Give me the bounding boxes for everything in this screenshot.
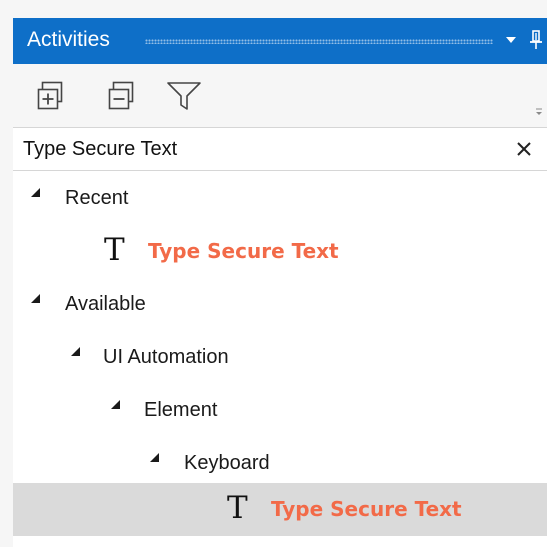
tree-node-label: Recent bbox=[65, 187, 129, 209]
dropdown-arrow-icon[interactable] bbox=[506, 37, 516, 43]
tree-node-available[interactable]: Available bbox=[13, 278, 547, 331]
panel-title-bar[interactable]: Activities bbox=[13, 18, 547, 64]
tree-node-label: Available bbox=[65, 293, 146, 315]
pin-icon[interactable] bbox=[528, 29, 544, 51]
activity-label: Type Secure Text bbox=[271, 497, 462, 521]
expand-arrow-icon[interactable] bbox=[31, 188, 40, 197]
search-input[interactable] bbox=[13, 128, 493, 170]
expand-arrow-icon[interactable] bbox=[111, 400, 120, 409]
tree-item-recent-type-secure-text[interactable]: T Type Secure Text bbox=[13, 225, 547, 278]
activities-tree: Recent T Type Secure Text Available UI A… bbox=[13, 171, 547, 547]
collapse-all-icon[interactable] bbox=[104, 80, 136, 112]
panel-title: Activities bbox=[27, 28, 110, 51]
tree-node-label: Keyboard bbox=[184, 452, 270, 474]
tree-node-label: Element bbox=[144, 399, 218, 421]
expand-arrow-icon[interactable] bbox=[150, 453, 159, 462]
expand-all-icon[interactable] bbox=[36, 80, 68, 112]
type-text-icon: T bbox=[104, 232, 125, 268]
tree-node-element[interactable]: Element bbox=[13, 384, 547, 437]
activity-label: Type Secure Text bbox=[148, 239, 339, 263]
expand-arrow-icon[interactable] bbox=[71, 347, 80, 356]
tree-node-ui-automation[interactable]: UI Automation bbox=[13, 331, 547, 384]
tree-item-type-secure-text[interactable]: T Type Secure Text bbox=[13, 483, 547, 536]
drag-grip[interactable] bbox=[145, 39, 493, 44]
search-bar bbox=[13, 127, 547, 171]
close-icon[interactable] bbox=[511, 136, 537, 162]
filter-icon[interactable] bbox=[166, 80, 201, 112]
overflow-icon[interactable] bbox=[535, 104, 543, 115]
toolbar bbox=[13, 64, 547, 126]
type-text-icon: T bbox=[227, 490, 248, 526]
tree-node-label: UI Automation bbox=[103, 346, 229, 368]
expand-arrow-icon[interactable] bbox=[31, 294, 40, 303]
activities-panel: Activities Type Secure Text Recent T Typ… bbox=[0, 0, 547, 547]
tree-node-recent[interactable]: Recent bbox=[13, 172, 547, 225]
